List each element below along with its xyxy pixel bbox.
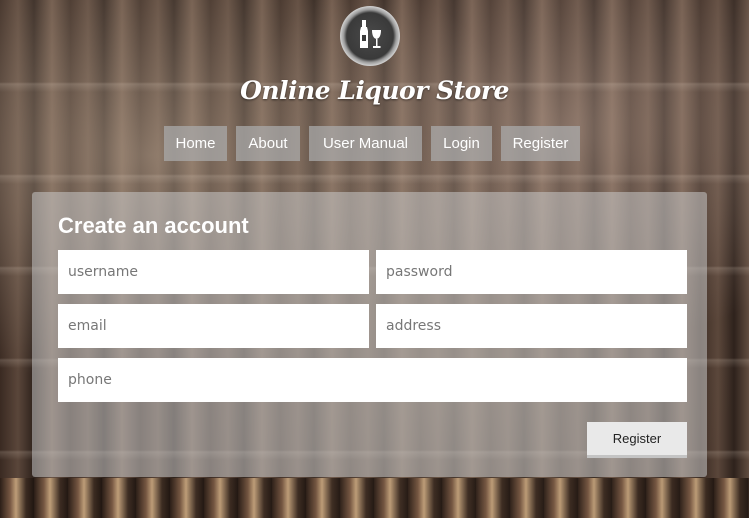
register-submit-button[interactable]: Register — [587, 422, 687, 458]
wine-bottle-glass-icon — [353, 17, 387, 55]
nav-about[interactable]: About — [236, 126, 300, 161]
logo[interactable] — [340, 6, 400, 66]
form-heading: Create an account — [58, 213, 249, 238]
password-input[interactable] — [376, 250, 687, 294]
nav-home[interactable]: Home — [164, 126, 227, 161]
nav-login[interactable]: Login — [431, 126, 492, 161]
main-nav: Home About User Manual Login Register — [0, 126, 749, 162]
email-input[interactable] — [58, 304, 369, 348]
background-bottles — [0, 478, 749, 518]
register-form-panel: Create an account Register — [32, 192, 707, 477]
site-title: Online Liquor Store — [240, 76, 509, 105]
nav-user-manual[interactable]: User Manual — [309, 126, 422, 161]
nav-register[interactable]: Register — [501, 126, 580, 161]
phone-input[interactable] — [58, 358, 687, 402]
address-input[interactable] — [376, 304, 687, 348]
username-input[interactable] — [58, 250, 369, 294]
